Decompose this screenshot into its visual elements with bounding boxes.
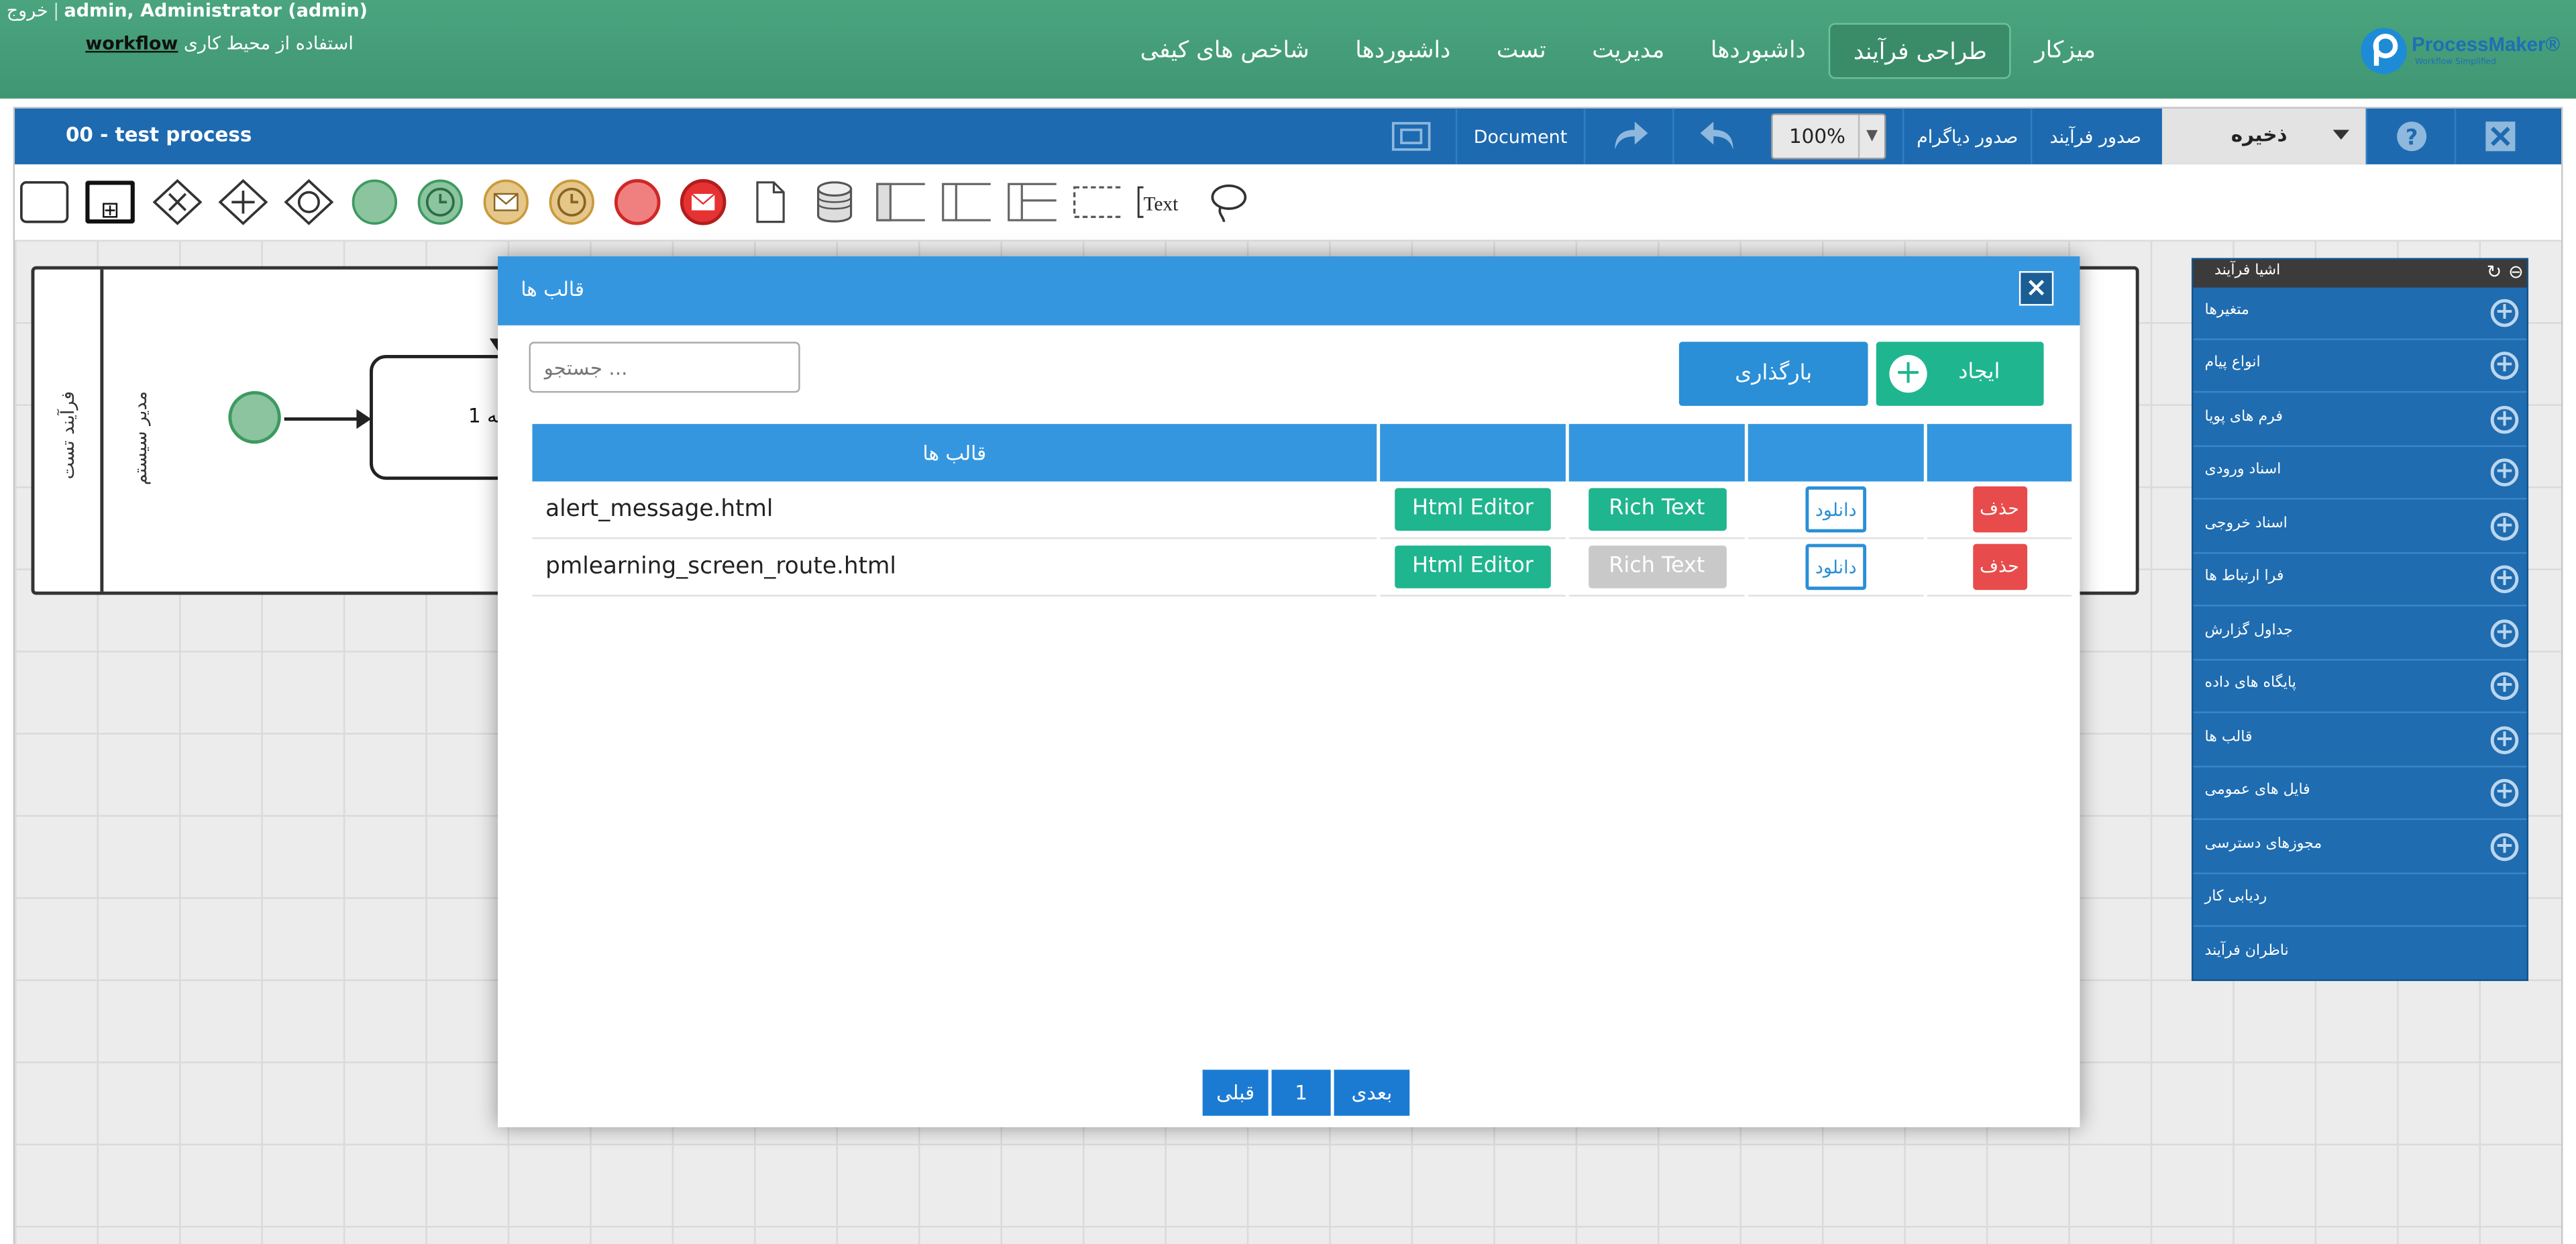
column-header-download <box>1748 423 1924 482</box>
column-header-rich-text <box>1568 423 1745 482</box>
close-icon: × <box>2025 271 2047 303</box>
html-editor-button[interactable]: Html Editor <box>1395 488 1551 531</box>
plus-icon: + <box>1889 354 1927 393</box>
table-header-row: قالب ها <box>532 423 2072 482</box>
template-filename: pmlearning_screen_route.html <box>532 539 1377 597</box>
modal-overlay: قالب ها × بارگذاری + ایجاد قالب ها <box>0 0 2576 1244</box>
column-header-html-editor <box>1380 423 1566 482</box>
create-label: ایجاد <box>1958 360 2000 385</box>
delete-button[interactable]: حذف <box>1972 543 2027 590</box>
templates-table: قالب ها alert_message.html Html Editor R… <box>529 423 2076 597</box>
modal-header: قالب ها × <box>498 256 2080 325</box>
modal-close-button[interactable]: × <box>2019 271 2054 306</box>
download-button[interactable]: دانلود <box>1805 543 1867 590</box>
table-row: alert_message.html Html Editor Rich Text… <box>532 482 2072 539</box>
pagination: قبلی 1 بعدی <box>1202 1070 1410 1116</box>
table-row: pmlearning_screen_route.html Html Editor… <box>532 539 2072 597</box>
next-page-button[interactable]: بعدی <box>1334 1070 1410 1116</box>
column-header-name: قالب ها <box>532 423 1377 482</box>
delete-button[interactable]: حذف <box>1972 486 2027 533</box>
modal-title: قالب ها <box>521 277 584 301</box>
templates-modal: قالب ها × بارگذاری + ایجاد قالب ها <box>498 256 2080 1128</box>
app-root: خروج | admin, Administrator (admin) workfl… <box>0 0 2576 1244</box>
html-editor-button[interactable]: Html Editor <box>1395 546 1551 588</box>
rich-text-button-disabled: Rich Text <box>1587 546 1726 588</box>
create-button[interactable]: + ایجاد <box>1876 342 2044 406</box>
rich-text-button[interactable]: Rich Text <box>1587 488 1726 531</box>
template-filename: alert_message.html <box>532 482 1377 539</box>
download-button[interactable]: دانلود <box>1805 486 1867 533</box>
search-input[interactable] <box>529 342 800 393</box>
page-number-button[interactable]: 1 <box>1271 1070 1331 1116</box>
prev-page-button[interactable]: قبلی <box>1202 1070 1269 1116</box>
upload-button[interactable]: بارگذاری <box>1678 342 1868 406</box>
column-header-delete <box>1927 423 2072 482</box>
